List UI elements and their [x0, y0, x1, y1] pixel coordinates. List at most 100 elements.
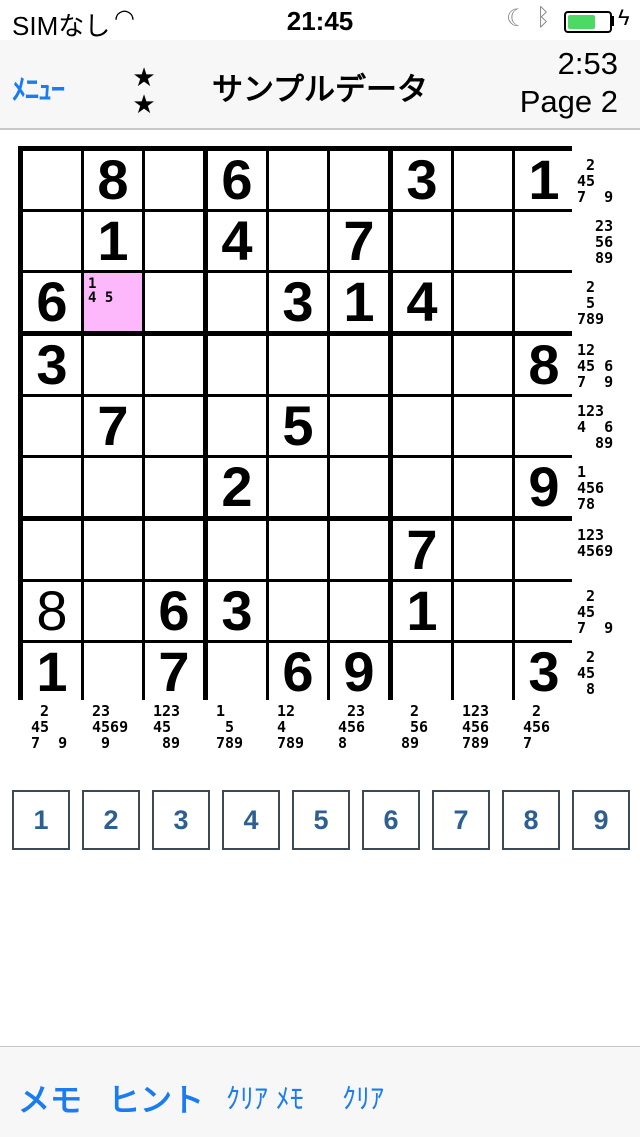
board-cell[interactable]: [393, 643, 451, 701]
board-cell[interactable]: 4: [393, 273, 451, 331]
numpad-key[interactable]: 2: [82, 790, 140, 850]
board-cell[interactable]: [454, 336, 512, 394]
board-cell[interactable]: 3: [23, 336, 81, 394]
board-cell[interactable]: [269, 458, 327, 516]
board-cell[interactable]: [515, 273, 573, 331]
board-cell[interactable]: [84, 643, 142, 701]
numpad-key[interactable]: 5: [292, 790, 350, 850]
clear-button[interactable]: ｸﾘｱ: [342, 1077, 384, 1117]
board-cell[interactable]: [269, 521, 327, 579]
board-cell[interactable]: 6: [269, 643, 327, 701]
board-cell[interactable]: [208, 643, 266, 701]
board-cell[interactable]: [515, 397, 573, 455]
memo-button[interactable]: メモ: [18, 1075, 82, 1121]
board-cell[interactable]: 7: [330, 212, 388, 270]
board-cell[interactable]: [145, 273, 203, 331]
board-cell[interactable]: 8: [23, 582, 81, 640]
column-candidate: 2 456 7: [523, 702, 551, 752]
board-cell[interactable]: 9: [330, 643, 388, 701]
board-cell[interactable]: 4: [208, 212, 266, 270]
board-cell[interactable]: [208, 521, 266, 579]
board-cell[interactable]: [208, 397, 266, 455]
board-cell[interactable]: [208, 336, 266, 394]
board-cell[interactable]: 6: [23, 273, 81, 331]
board-cell[interactable]: 8: [515, 336, 573, 394]
board-cell[interactable]: 8: [84, 151, 142, 209]
board-cell[interactable]: [393, 458, 451, 516]
board-cell[interactable]: [454, 151, 512, 209]
board-cell[interactable]: 3: [208, 582, 266, 640]
board-cell[interactable]: [23, 151, 81, 209]
board-cell[interactable]: 7: [84, 397, 142, 455]
board-cell[interactable]: 3: [515, 643, 573, 701]
board-cell[interactable]: [330, 151, 388, 209]
board-cell[interactable]: [23, 521, 81, 579]
board-cell[interactable]: 7: [145, 643, 203, 701]
hint-button[interactable]: ヒント: [108, 1075, 204, 1121]
board-cell[interactable]: [23, 397, 81, 455]
board-cell[interactable]: [269, 336, 327, 394]
board-cell[interactable]: [515, 212, 573, 270]
board-cell[interactable]: [454, 643, 512, 701]
board-cell[interactable]: [454, 212, 512, 270]
board-cell[interactable]: [454, 273, 512, 331]
board-cell[interactable]: [454, 521, 512, 579]
board-cell[interactable]: [23, 212, 81, 270]
cell-value: 2: [221, 455, 253, 518]
cell-value: 3: [282, 270, 314, 333]
board-cell[interactable]: 1 4 5: [84, 273, 142, 331]
board-cell[interactable]: [330, 521, 388, 579]
battery-icon: [564, 11, 612, 33]
board-cell[interactable]: 1: [84, 212, 142, 270]
board-cell[interactable]: 6: [208, 151, 266, 209]
board-cell[interactable]: [454, 582, 512, 640]
board-cell[interactable]: 6: [145, 582, 203, 640]
board-cell[interactable]: [23, 458, 81, 516]
board-cell[interactable]: 7: [393, 521, 451, 579]
board-cell[interactable]: [84, 521, 142, 579]
board-cell[interactable]: [269, 582, 327, 640]
board-cell[interactable]: [330, 582, 388, 640]
board-cell[interactable]: [145, 212, 203, 270]
board-cell[interactable]: [515, 582, 573, 640]
board-cell[interactable]: [330, 336, 388, 394]
board-cell[interactable]: [84, 458, 142, 516]
board-cell[interactable]: 5: [269, 397, 327, 455]
board-cell[interactable]: [330, 397, 388, 455]
board-cell[interactable]: [145, 151, 203, 209]
board-cell[interactable]: 1: [330, 273, 388, 331]
board-cell[interactable]: [454, 397, 512, 455]
numpad-key[interactable]: 3: [152, 790, 210, 850]
board-cell[interactable]: [145, 521, 203, 579]
board-cell[interactable]: 9: [515, 458, 573, 516]
numpad-key[interactable]: 8: [502, 790, 560, 850]
board-cell[interactable]: [454, 458, 512, 516]
board-cell[interactable]: [515, 521, 573, 579]
board-cell[interactable]: [269, 151, 327, 209]
board-cell[interactable]: 2: [208, 458, 266, 516]
board-cell[interactable]: [84, 582, 142, 640]
charging-icon: ϟ: [618, 5, 630, 30]
board-cell[interactable]: [269, 212, 327, 270]
clear-memo-button[interactable]: ｸﾘｱ ﾒﾓ: [226, 1077, 304, 1117]
board-cell[interactable]: 3: [393, 151, 451, 209]
numpad-key[interactable]: 6: [362, 790, 420, 850]
board-cell[interactable]: [393, 397, 451, 455]
numpad-key[interactable]: 9: [572, 790, 630, 850]
board-cell[interactable]: [208, 273, 266, 331]
numpad-key[interactable]: 7: [432, 790, 490, 850]
board-cell[interactable]: 1: [393, 582, 451, 640]
board-cell[interactable]: [84, 336, 142, 394]
board-cell[interactable]: [330, 458, 388, 516]
board-cell[interactable]: 1: [515, 151, 573, 209]
board-cell[interactable]: [393, 212, 451, 270]
cell-value: 6: [282, 640, 314, 703]
board-cell[interactable]: [393, 336, 451, 394]
board-cell[interactable]: [145, 336, 203, 394]
numpad-key[interactable]: 4: [222, 790, 280, 850]
board-cell[interactable]: 1: [23, 643, 81, 701]
board-cell[interactable]: [145, 458, 203, 516]
board-cell[interactable]: [145, 397, 203, 455]
numpad-key[interactable]: 1: [12, 790, 70, 850]
board-cell[interactable]: 3: [269, 273, 327, 331]
